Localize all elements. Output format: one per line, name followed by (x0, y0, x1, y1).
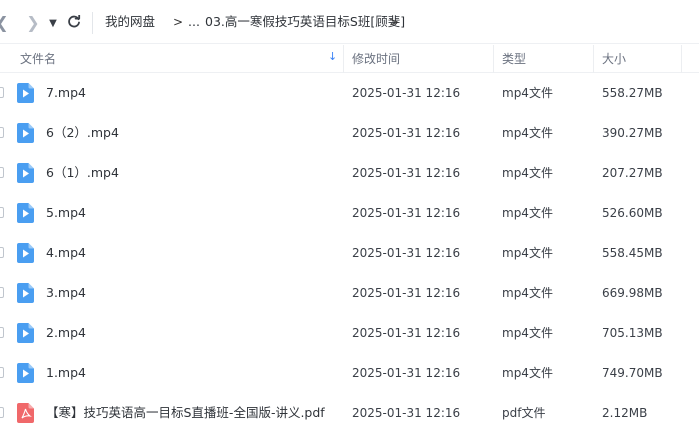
file-name: 7.mp4 (46, 85, 86, 100)
video-file-icon (17, 203, 34, 223)
pdf-file-icon (17, 403, 34, 423)
row-checkbox[interactable] (0, 127, 4, 138)
column-header-size[interactable]: 大小 (602, 45, 626, 73)
video-file-icon (17, 243, 34, 263)
file-size: 749.70MB (602, 366, 663, 380)
file-size: 705.13MB (602, 326, 663, 340)
file-row[interactable]: 【寒】技巧英语高一目标S直播班-全国版-讲义.pdf 2025-01-31 12:… (0, 393, 699, 433)
row-checkbox[interactable] (0, 87, 4, 98)
video-file-icon (17, 163, 34, 183)
file-row[interactable]: 7.mp4 2025-01-31 12:16 mp4文件 558.27MB (0, 73, 699, 113)
file-modified-time: 2025-01-31 12:16 (352, 86, 461, 100)
file-modified-time: 2025-01-31 12:16 (352, 366, 461, 380)
file-row[interactable]: 4.mp4 2025-01-31 12:16 mp4文件 558.45MB (0, 233, 699, 273)
file-type: mp4文件 (502, 206, 553, 220)
file-size: 558.45MB (602, 246, 663, 260)
video-file-icon (17, 323, 34, 343)
column-header-type[interactable]: 类型 (502, 45, 526, 73)
row-checkbox[interactable] (0, 247, 4, 258)
column-header-modified[interactable]: 修改时间 (352, 45, 400, 73)
row-checkbox[interactable] (0, 287, 4, 298)
file-row[interactable]: 3.mp4 2025-01-31 12:16 mp4文件 669.98MB (0, 273, 699, 313)
toolbar-divider (92, 12, 93, 34)
file-size: 390.27MB (602, 126, 663, 140)
breadcrumb-separator: > (173, 15, 184, 29)
file-size: 526.60MB (602, 206, 663, 220)
toolbar: ❮ ❯ ▼ 我的网盘 > ... 03.高一寒假技巧英语目标S班[顾斐] > (0, 0, 699, 44)
column-divider[interactable] (343, 45, 344, 73)
file-type: mp4文件 (502, 86, 553, 100)
file-size: 669.98MB (602, 286, 663, 300)
file-row[interactable]: 1.mp4 2025-01-31 12:16 mp4文件 749.70MB (0, 353, 699, 393)
sort-descending-icon[interactable]: ↓ (328, 50, 337, 64)
file-type: mp4文件 (502, 246, 553, 260)
column-header-row: 文件名 修改时间 类型 大小 (0, 45, 699, 73)
history-dropdown-button[interactable]: ▼ (48, 13, 58, 33)
video-file-icon (17, 83, 34, 103)
file-name: 2.mp4 (46, 325, 86, 340)
breadcrumb-ellipsis[interactable]: ... (188, 13, 200, 31)
file-modified-time: 2025-01-31 12:16 (352, 326, 461, 340)
forward-button[interactable]: ❯ (26, 12, 40, 32)
file-name: 3.mp4 (46, 285, 86, 300)
file-modified-time: 2025-01-31 12:16 (352, 206, 461, 220)
file-type: mp4文件 (502, 166, 553, 180)
back-button[interactable]: ❮ (0, 12, 9, 32)
file-modified-time: 2025-01-31 12:16 (352, 406, 461, 420)
file-type: mp4文件 (502, 126, 553, 140)
chevron-left-icon: ❮ (0, 13, 9, 32)
file-modified-time: 2025-01-31 12:16 (352, 246, 461, 260)
row-checkbox[interactable] (0, 407, 4, 418)
chevron-right-icon: ❯ (26, 12, 40, 32)
file-size: 558.27MB (602, 86, 663, 100)
column-divider[interactable] (493, 45, 494, 73)
file-size: 207.27MB (602, 166, 663, 180)
breadcrumb-separator: > (389, 15, 400, 29)
file-type: pdf文件 (502, 406, 546, 420)
file-modified-time: 2025-01-31 12:16 (352, 126, 461, 140)
video-file-icon (17, 283, 34, 303)
file-type: mp4文件 (502, 286, 553, 300)
file-row[interactable]: 6（2）.mp4 2025-01-31 12:16 mp4文件 390.27MB (0, 113, 699, 153)
caret-down-icon: ▼ (49, 17, 57, 29)
file-name: 4.mp4 (46, 245, 86, 260)
file-name: 5.mp4 (46, 205, 86, 220)
file-row[interactable]: 2.mp4 2025-01-31 12:16 mp4文件 705.13MB (0, 313, 699, 353)
file-type: mp4文件 (502, 366, 553, 380)
file-modified-time: 2025-01-31 12:16 (352, 286, 461, 300)
breadcrumb-item-current[interactable]: 03.高一寒假技巧英语目标S班[顾斐] (205, 13, 405, 31)
file-row[interactable]: 6（1）.mp4 2025-01-31 12:16 mp4文件 207.27MB (0, 153, 699, 193)
column-divider[interactable] (681, 45, 682, 73)
file-modified-time: 2025-01-31 12:16 (352, 166, 461, 180)
row-checkbox[interactable] (0, 327, 4, 338)
file-type: mp4文件 (502, 326, 553, 340)
row-checkbox[interactable] (0, 207, 4, 218)
file-row[interactable]: 5.mp4 2025-01-31 12:16 mp4文件 526.60MB (0, 193, 699, 233)
file-name: 【寒】技巧英语高一目标S直播班-全国版-讲义.pdf (46, 405, 325, 420)
refresh-button[interactable] (66, 12, 82, 32)
column-divider[interactable] (593, 45, 594, 73)
file-name: 6（1）.mp4 (46, 165, 119, 180)
video-file-icon (17, 363, 34, 383)
row-checkbox[interactable] (0, 367, 4, 378)
row-checkbox[interactable] (0, 167, 4, 178)
video-file-icon (17, 123, 34, 143)
column-header-name[interactable]: 文件名 (20, 45, 56, 73)
refresh-icon (68, 15, 81, 28)
file-size: 2.12MB (602, 406, 648, 420)
breadcrumb-item-root[interactable]: 我的网盘 (105, 13, 155, 31)
file-name: 1.mp4 (46, 365, 86, 380)
file-name: 6（2）.mp4 (46, 125, 119, 140)
